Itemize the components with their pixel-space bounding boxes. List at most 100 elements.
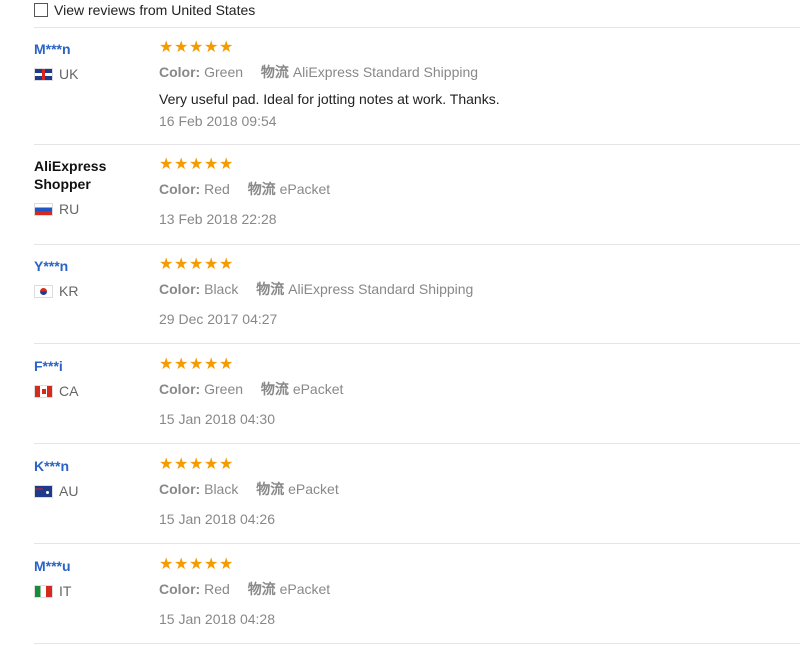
- review-divider: [34, 343, 800, 344]
- reviewer-name[interactable]: K***n: [34, 457, 154, 475]
- reviewer-name[interactable]: M***u: [34, 557, 154, 575]
- star-icon: ★: [174, 39, 189, 56]
- country-code: KR: [59, 283, 79, 299]
- star-icon: ★: [204, 556, 219, 573]
- review-item: M***u IT ★ ★ ★ ★ ★ Color: Red 物流 ePacket 15 …: [34, 557, 800, 644]
- star-icon: ★: [159, 456, 174, 473]
- color-value: Green: [204, 381, 244, 397]
- color-value: Black: [204, 281, 239, 297]
- kr-flag-icon: [34, 284, 53, 298]
- star-icon: ★: [174, 256, 189, 273]
- review-date: 15 Jan 2018 04:30: [159, 411, 275, 427]
- reviewer-country: KR: [34, 283, 154, 299]
- review-content: ★ ★ ★ ★ ★ Color: Black 物流 ePacket 15 Jan 201…: [159, 457, 800, 528]
- review-attributes: Color: Green 物流 AliExpress Standard Ship…: [159, 63, 800, 81]
- star-icon: ★: [219, 556, 234, 573]
- star-rating: ★ ★ ★ ★ ★: [159, 157, 800, 173]
- ru-flag-icon: [34, 202, 53, 216]
- shipping-value: AliExpress Standard Shipping: [288, 281, 474, 297]
- review-date: 15 Jan 2018 04:26: [159, 511, 275, 527]
- color-key: Color:: [159, 181, 201, 197]
- country-code: AU: [59, 483, 79, 499]
- star-icon: ★: [159, 556, 174, 573]
- review-divider: [34, 543, 800, 544]
- reviewer-country: CA: [34, 383, 154, 399]
- review-content: ★ ★ ★ ★ ★ Color: Red 物流 ePacket 15 Jan 2018 …: [159, 557, 800, 628]
- reviewer-name[interactable]: Y***n: [34, 257, 154, 275]
- reviewer-info: F***i CA: [34, 357, 154, 399]
- review-item: Y***n KR ★ ★ ★ ★ ★ Color: Black 物流 AliExpres…: [34, 257, 800, 344]
- review-comment: Very useful pad. Ideal for jotting notes…: [159, 91, 500, 107]
- country-code: CA: [59, 383, 79, 399]
- color-value: Black: [204, 481, 239, 497]
- us-reviews-filter-label: View reviews from United States: [54, 2, 256, 18]
- shipping-key: 物流: [247, 181, 276, 197]
- review-date: 29 Dec 2017 04:27: [159, 311, 278, 327]
- star-icon: ★: [159, 356, 174, 373]
- shipping-key: 物流: [260, 64, 289, 80]
- review-divider: [34, 244, 800, 245]
- review-item: K***n AU ★ ★ ★ ★ ★ Color: Black 物流 ePacket 1…: [34, 457, 800, 544]
- color-key: Color:: [159, 381, 201, 397]
- star-icon: ★: [159, 256, 174, 273]
- reviewer-country: RU: [34, 201, 154, 217]
- review-attributes: Color: Black 物流 ePacket: [159, 480, 800, 498]
- star-icon: ★: [189, 156, 204, 173]
- star-icon: ★: [189, 39, 204, 56]
- filter-divider: [34, 27, 800, 28]
- shipping-key: 物流: [256, 281, 285, 297]
- ca-flag-icon: [34, 384, 53, 398]
- star-icon: ★: [174, 156, 189, 173]
- star-rating: ★ ★ ★ ★ ★: [159, 257, 800, 273]
- review-attributes: Color: Black 物流 AliExpress Standard Ship…: [159, 280, 800, 298]
- star-icon: ★: [189, 456, 204, 473]
- review-attributes: Color: Red 物流 ePacket: [159, 180, 800, 198]
- star-icon: ★: [219, 256, 234, 273]
- review-divider: [34, 443, 800, 444]
- reviewer-country: AU: [34, 483, 154, 499]
- color-key: Color:: [159, 581, 201, 597]
- shipping-value: ePacket: [288, 481, 339, 497]
- color-value: Green: [204, 64, 244, 80]
- star-rating: ★ ★ ★ ★ ★: [159, 557, 800, 573]
- review-content: ★ ★ ★ ★ ★ Color: Black 物流 AliExpress Standar…: [159, 257, 800, 328]
- review-item: M***n UK ★ ★ ★ ★ ★ Color: Green 物流 AliExpres…: [34, 40, 800, 145]
- star-icon: ★: [219, 39, 234, 56]
- reviewer-info: AliExpress Shopper RU: [34, 157, 154, 217]
- reviewer-info: M***n UK: [34, 40, 154, 82]
- review-date: 16 Feb 2018 09:54: [159, 113, 277, 129]
- reviewer-info: Y***n KR: [34, 257, 154, 299]
- us-reviews-filter[interactable]: View reviews from United States: [34, 0, 255, 20]
- review-item: F***i CA ★ ★ ★ ★ ★ Color: Green 物流 ePacket 1…: [34, 357, 800, 444]
- reviewer-name[interactable]: F***i: [34, 357, 154, 375]
- country-code: IT: [59, 583, 72, 599]
- star-icon: ★: [189, 256, 204, 273]
- star-icon: ★: [204, 39, 219, 56]
- shipping-value: ePacket: [279, 581, 331, 597]
- au-flag-icon: [34, 484, 53, 498]
- shipping-key: 物流: [256, 481, 285, 497]
- review-date: 13 Feb 2018 22:28: [159, 211, 277, 227]
- star-icon: ★: [174, 456, 189, 473]
- review-attributes: Color: Green 物流 ePacket: [159, 380, 800, 398]
- star-icon: ★: [174, 356, 189, 373]
- star-icon: ★: [219, 156, 234, 173]
- reviewer-name[interactable]: M***n: [34, 40, 154, 58]
- star-icon: ★: [174, 556, 189, 573]
- reviewer-name: AliExpress Shopper: [34, 158, 107, 192]
- review-content: ★ ★ ★ ★ ★ Color: Red 物流 ePacket 13 Feb 2018 …: [159, 157, 800, 228]
- review-attributes: Color: Red 物流 ePacket: [159, 580, 800, 598]
- star-rating: ★ ★ ★ ★ ★: [159, 357, 800, 373]
- shipping-value: ePacket: [279, 181, 331, 197]
- star-icon: ★: [219, 456, 234, 473]
- reviewer-country: IT: [34, 583, 154, 599]
- review-divider: [34, 144, 800, 145]
- star-icon: ★: [219, 356, 234, 373]
- review-divider: [34, 643, 800, 644]
- color-value: Red: [204, 181, 230, 197]
- star-rating: ★ ★ ★ ★ ★: [159, 457, 800, 473]
- us-reviews-checkbox[interactable]: [34, 3, 48, 17]
- reviewer-country: UK: [34, 66, 154, 82]
- star-icon: ★: [204, 456, 219, 473]
- star-icon: ★: [159, 39, 174, 56]
